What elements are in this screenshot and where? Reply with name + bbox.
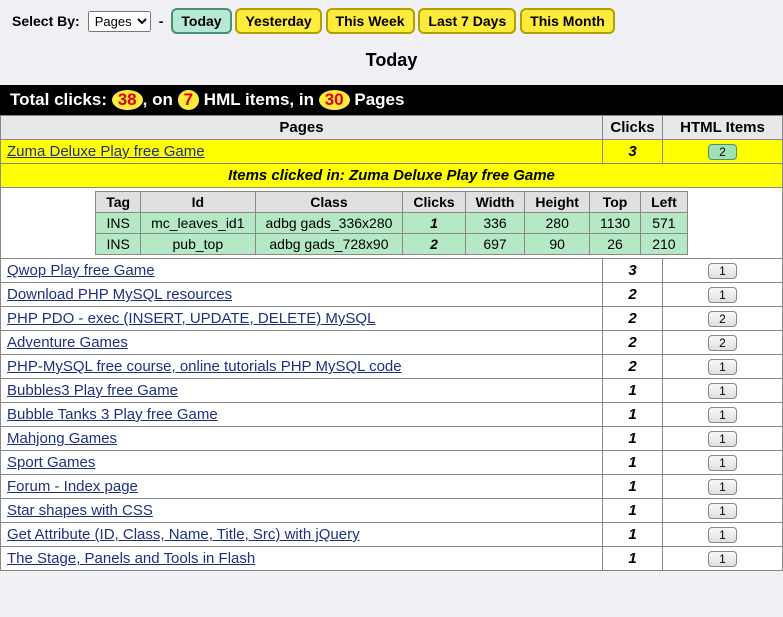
- items-count-button[interactable]: 1: [708, 287, 737, 303]
- clicks-value: 1: [603, 523, 663, 547]
- detail-col-left: Left: [641, 192, 688, 213]
- table-row: PHP PDO - exec (INSERT, UPDATE, DELETE) …: [1, 307, 783, 331]
- clicks-value: 2: [603, 331, 663, 355]
- detail-table: TagIdClassClicksWidthHeightTopLeftINSmc_…: [95, 191, 688, 255]
- detail-col-tag: Tag: [96, 192, 141, 213]
- page-link[interactable]: Sport Games: [7, 454, 95, 471]
- table-row: Qwop Play free Game 3 1: [1, 259, 783, 283]
- page-link[interactable]: PHP PDO - exec (INSERT, UPDATE, DELETE) …: [7, 310, 375, 327]
- items-count-button[interactable]: 1: [708, 527, 737, 543]
- page-link[interactable]: Mahjong Games: [7, 430, 117, 447]
- filter-toolbar: Select By: Pages - Today Yesterday This …: [0, 0, 783, 42]
- items-count-button[interactable]: 1: [708, 431, 737, 447]
- total-items-badge: 7: [178, 90, 199, 110]
- items-count-button[interactable]: 2: [708, 144, 737, 160]
- table-row: Star shapes with CSS 1 1: [1, 499, 783, 523]
- page-link[interactable]: PHP-MySQL free course, online tutorials …: [7, 358, 402, 375]
- clicks-value: 3: [603, 140, 663, 164]
- total-pages-badge: 30: [319, 90, 350, 110]
- detail-header: Items clicked in: Zuma Deluxe Play free …: [1, 164, 783, 188]
- separator: -: [159, 13, 164, 29]
- clicks-value: 1: [603, 427, 663, 451]
- clicks-value: 1: [603, 451, 663, 475]
- filter-button-yesterday[interactable]: Yesterday: [235, 8, 321, 34]
- clicks-value: 1: [603, 379, 663, 403]
- page-link[interactable]: Download PHP MySQL resources: [7, 286, 232, 303]
- table-row: Download PHP MySQL resources 2 1: [1, 283, 783, 307]
- detail-col-width: Width: [465, 192, 525, 213]
- table-row: Adventure Games 2 2: [1, 331, 783, 355]
- items-count-button[interactable]: 1: [708, 359, 737, 375]
- filter-button-this-month[interactable]: This Month: [520, 8, 615, 34]
- detail-col-id: Id: [141, 192, 255, 213]
- select-by-dropdown[interactable]: Pages: [88, 11, 151, 32]
- items-count-button[interactable]: 1: [708, 455, 737, 471]
- page-link[interactable]: Bubbles3 Play free Game: [7, 382, 178, 399]
- items-count-button[interactable]: 2: [708, 311, 737, 327]
- clicks-value: 2: [603, 355, 663, 379]
- table-row: Bubbles3 Play free Game 1 1: [1, 379, 783, 403]
- clicks-value: 2: [603, 283, 663, 307]
- items-count-button[interactable]: 1: [708, 407, 737, 423]
- clicks-value: 1: [603, 547, 663, 571]
- page-link[interactable]: Qwop Play free Game: [7, 262, 155, 279]
- filter-button-today[interactable]: Today: [171, 8, 231, 34]
- filter-button-this-week[interactable]: This Week: [326, 8, 415, 34]
- page-link[interactable]: Forum - Index page: [7, 478, 138, 495]
- detail-col-class: Class: [255, 192, 403, 213]
- page-link[interactable]: Star shapes with CSS: [7, 502, 153, 519]
- items-count-button[interactable]: 1: [708, 263, 737, 279]
- detail-col-clicks: Clicks: [403, 192, 465, 213]
- table-row: Zuma Deluxe Play free Game 3 2: [1, 140, 783, 164]
- clicks-value: 1: [603, 499, 663, 523]
- table-row: Mahjong Games 1 1: [1, 427, 783, 451]
- items-count-button[interactable]: 2: [708, 335, 737, 351]
- page-link[interactable]: Get Attribute (ID, Class, Name, Title, S…: [7, 526, 360, 543]
- page-link[interactable]: Bubble Tanks 3 Play free Game: [7, 406, 218, 423]
- table-row: Forum - Index page 1 1: [1, 475, 783, 499]
- pages-table: Pages Clicks HTML Items Zuma Deluxe Play…: [0, 115, 783, 571]
- detail-row: INSpub_topadbg gads_728x9026979026210: [96, 234, 688, 255]
- total-clicks-badge: 38: [112, 90, 143, 110]
- select-by-label: Select By:: [12, 13, 80, 29]
- col-clicks: Clicks: [603, 116, 663, 140]
- page-link[interactable]: Zuma Deluxe Play free Game: [7, 143, 205, 160]
- table-row: Get Attribute (ID, Class, Name, Title, S…: [1, 523, 783, 547]
- items-count-button[interactable]: 1: [708, 503, 737, 519]
- detail-col-height: Height: [525, 192, 590, 213]
- table-row: Sport Games 1 1: [1, 451, 783, 475]
- detail-row: INSmc_leaves_id1adbg gads_336x2801336280…: [96, 213, 688, 234]
- col-pages: Pages: [1, 116, 603, 140]
- clicks-value: 2: [603, 307, 663, 331]
- table-row: The Stage, Panels and Tools in Flash 1 1: [1, 547, 783, 571]
- page-link[interactable]: Adventure Games: [7, 334, 128, 351]
- items-count-button[interactable]: 1: [708, 383, 737, 399]
- page-link[interactable]: The Stage, Panels and Tools in Flash: [7, 550, 255, 567]
- detail-col-top: Top: [589, 192, 640, 213]
- clicks-value: 3: [603, 259, 663, 283]
- filter-button-last-7-days[interactable]: Last 7 Days: [418, 8, 516, 34]
- clicks-value: 1: [603, 403, 663, 427]
- page-title: Today: [0, 42, 783, 85]
- table-row: Bubble Tanks 3 Play free Game 1 1: [1, 403, 783, 427]
- items-count-button[interactable]: 1: [708, 479, 737, 495]
- table-row: PHP-MySQL free course, online tutorials …: [1, 355, 783, 379]
- clicks-value: 1: [603, 475, 663, 499]
- items-count-button[interactable]: 1: [708, 551, 737, 567]
- col-html-items: HTML Items: [663, 116, 783, 140]
- summary-bar: Total clicks: 38, on 7 HML items, in 30 …: [0, 85, 783, 115]
